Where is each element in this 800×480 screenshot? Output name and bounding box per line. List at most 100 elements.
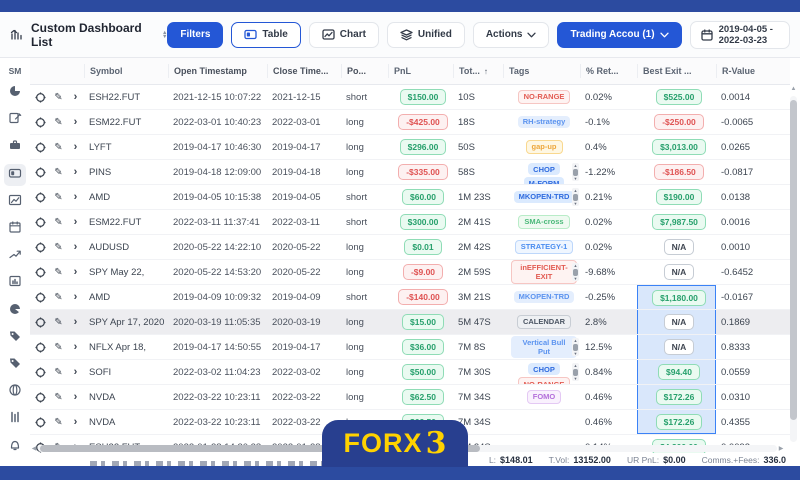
cell-tags: [503, 410, 580, 434]
row-target-icon[interactable]: [30, 310, 50, 334]
tags-scrollbar[interactable]: ▲▼: [572, 188, 579, 206]
date-range-picker[interactable]: 2019-04-05 - 2022-03-23: [690, 21, 790, 49]
row-edit-icon[interactable]: ✎: [50, 85, 67, 109]
row-target-icon[interactable]: [30, 285, 50, 309]
row-expand-chevron[interactable]: ›: [67, 285, 84, 309]
table-row[interactable]: ✎ › LYFT 2019-04-17 10:46:30 2019-04-17 …: [30, 135, 790, 160]
row-edit-icon[interactable]: ✎: [50, 160, 67, 184]
header-cell-pct-return[interactable]: % Ret...: [580, 64, 637, 78]
sidebar-item-analytics[interactable]: [4, 300, 26, 322]
table-row[interactable]: ✎ › SOFI 2022-03-02 11:04:23 2022-03-02 …: [30, 360, 790, 385]
sidebar-item-performance[interactable]: [4, 246, 26, 268]
row-expand-chevron[interactable]: ›: [67, 260, 84, 284]
row-edit-icon[interactable]: ✎: [50, 135, 67, 159]
row-expand-chevron[interactable]: ›: [67, 360, 84, 384]
row-target-icon[interactable]: [30, 335, 50, 359]
row-edit-icon[interactable]: ✎: [50, 360, 67, 384]
row-expand-chevron[interactable]: ›: [67, 335, 84, 359]
row-target-icon[interactable]: [30, 210, 50, 234]
row-edit-icon[interactable]: ✎: [50, 310, 67, 334]
row-expand-chevron[interactable]: ›: [67, 185, 84, 209]
header-cell-position[interactable]: Po...: [341, 64, 388, 78]
filters-button[interactable]: Filters: [167, 22, 223, 48]
sidebar-item-more[interactable]: [4, 436, 26, 458]
header-cell-open-timestamp[interactable]: Open Timestamp: [168, 64, 267, 78]
cell-symbol: ESH22.FUT: [84, 85, 168, 109]
cell-best-exit: $172.26: [637, 410, 716, 434]
header-cell-r-value[interactable]: R-Value: [716, 64, 766, 78]
header-cell-close-time[interactable]: Close Time...: [267, 64, 341, 78]
row-target-icon[interactable]: [30, 360, 50, 384]
header-cell-tags[interactable]: Tags: [503, 64, 580, 78]
scroll-right-arrow[interactable]: ▶: [777, 445, 785, 452]
row-target-icon[interactable]: [30, 385, 50, 409]
sidebar-item-portfolio[interactable]: [4, 137, 26, 159]
row-target-icon[interactable]: [30, 135, 50, 159]
header-cell-symbol[interactable]: Symbol: [84, 64, 168, 78]
row-edit-icon[interactable]: ✎: [50, 385, 67, 409]
row-edit-icon[interactable]: ✎: [50, 410, 67, 434]
row-edit-icon[interactable]: ✎: [50, 285, 67, 309]
row-expand-chevron[interactable]: ›: [67, 210, 84, 234]
row-edit-icon[interactable]: ✎: [50, 260, 67, 284]
trading-account-dropdown[interactable]: Trading Accou (1): [557, 22, 681, 48]
sidebar-item-dashboard[interactable]: [4, 83, 26, 105]
sidebar-item-settings[interactable]: [4, 409, 26, 431]
scroll-left-arrow[interactable]: ◀: [30, 445, 38, 452]
cell-best-exit: $172.26: [637, 385, 716, 409]
row-expand-chevron[interactable]: ›: [67, 85, 84, 109]
sidebar-item-journal[interactable]: [4, 110, 26, 132]
row-expand-chevron[interactable]: ›: [67, 110, 84, 134]
row-target-icon[interactable]: [30, 185, 50, 209]
row-expand-chevron[interactable]: ›: [67, 235, 84, 259]
row-edit-icon[interactable]: ✎: [50, 185, 67, 209]
table-row[interactable]: ✎ › PINS 2019-04-18 12:09:00 2019-04-18 …: [30, 160, 790, 185]
row-edit-icon[interactable]: ✎: [50, 235, 67, 259]
row-target-icon[interactable]: [30, 160, 50, 184]
sidebar-item-table-view[interactable]: [4, 164, 26, 186]
sidebar-item-area-chart[interactable]: [4, 191, 26, 213]
vertical-scroll-thumb[interactable]: [790, 100, 797, 420]
sidebar-item-tags[interactable]: [4, 327, 26, 349]
actions-button[interactable]: Actions: [473, 22, 550, 48]
row-expand-chevron[interactable]: ›: [67, 160, 84, 184]
row-edit-icon[interactable]: ✎: [50, 210, 67, 234]
row-edit-icon[interactable]: ✎: [50, 335, 67, 359]
row-target-icon[interactable]: [30, 260, 50, 284]
table-row[interactable]: ✎ › SPY May 22, 2020-05-22 14:53:20 2020…: [30, 260, 790, 285]
row-expand-chevron[interactable]: ›: [67, 135, 84, 159]
table-row[interactable]: ✎ › AMD 2019-04-05 10:15:38 2019-04-05 s…: [30, 185, 790, 210]
table-row[interactable]: ✎ › NVDA 2022-03-22 10:23:11 2022-03-22 …: [30, 385, 790, 410]
row-target-icon[interactable]: [30, 85, 50, 109]
sidebar-item-reports[interactable]: [4, 273, 26, 295]
header-cell-pnl[interactable]: PnL: [388, 64, 453, 78]
vertical-scrollbar[interactable]: ▲: [789, 86, 798, 452]
table-row[interactable]: ✎ › AUDUSD 2020-05-22 14:22:10 2020-05-2…: [30, 235, 790, 260]
row-edit-icon[interactable]: ✎: [50, 110, 67, 134]
table-row[interactable]: ✎ › NFLX Apr 18, 2019-04-17 14:50:55 201…: [30, 335, 790, 360]
table-row[interactable]: ✎ › SPY Apr 17, 2020 2020-03-19 11:05:35…: [30, 310, 790, 335]
header-cell-total[interactable]: Tot...↑: [453, 64, 503, 78]
tags-scrollbar[interactable]: ▲▼: [572, 163, 579, 181]
sidebar-item-calendar[interactable]: [4, 219, 26, 241]
row-target-icon[interactable]: [30, 235, 50, 259]
sidebar-item-database[interactable]: [4, 382, 26, 404]
table-row[interactable]: ✎ › AMD 2019-04-09 10:09:32 2019-04-09 s…: [30, 285, 790, 310]
row-target-icon[interactable]: [30, 410, 50, 434]
tab-chart[interactable]: Chart: [309, 22, 379, 48]
row-expand-chevron[interactable]: ›: [67, 410, 84, 434]
row-expand-chevron[interactable]: ›: [67, 385, 84, 409]
tab-unified[interactable]: Unified: [387, 22, 465, 48]
tags-scrollbar[interactable]: ▲▼: [572, 263, 579, 281]
table-row[interactable]: ✎ › ESM22.FUT 2022-03-11 11:37:41 2022-0…: [30, 210, 790, 235]
table-row[interactable]: ✎ › ESM22.FUT 2022-03-01 10:40:23 2022-0…: [30, 110, 790, 135]
tab-table[interactable]: Table: [231, 22, 300, 48]
scroll-up-arrow[interactable]: ▲: [789, 86, 798, 92]
sidebar-item-labels[interactable]: [4, 354, 26, 376]
tags-scrollbar[interactable]: ▲▼: [572, 338, 579, 356]
table-row[interactable]: ✎ › ESH22.FUT 2021-12-15 10:07:22 2021-1…: [30, 85, 790, 110]
tags-scrollbar[interactable]: ▲▼: [572, 363, 579, 381]
row-target-icon[interactable]: [30, 110, 50, 134]
row-expand-chevron[interactable]: ›: [67, 310, 84, 334]
header-cell-best-exit[interactable]: Best Exit ...: [637, 64, 716, 78]
